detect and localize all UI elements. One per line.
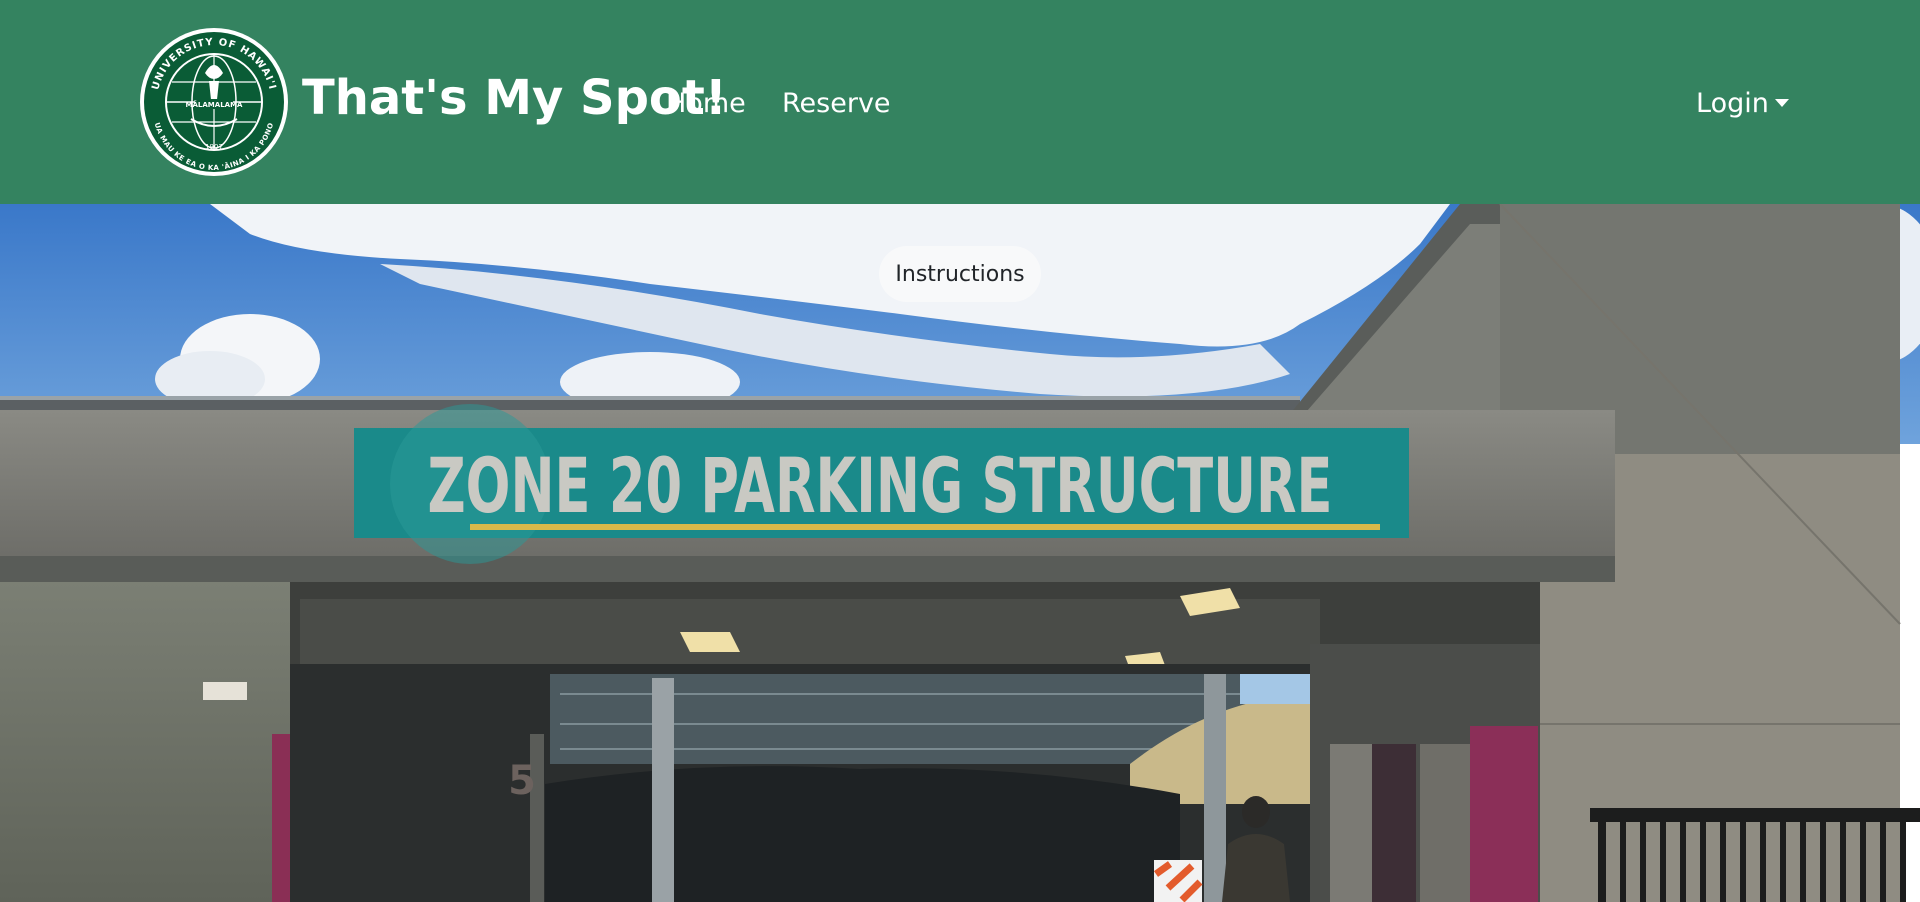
login-dropdown[interactable]: Login — [1696, 84, 1789, 124]
zone-sign-text: ZONE 20 PARKING STRUCTURE — [428, 441, 1333, 530]
brand-title[interactable]: That's My Spot! — [302, 66, 727, 130]
instructions-button[interactable]: Instructions — [879, 246, 1041, 302]
hero-image: ZONE 20 PARKING STRUCTURE 5 — [0, 204, 1920, 902]
parking-structure-photo: ZONE 20 PARKING STRUCTURE 5 — [0, 204, 1920, 902]
navbar: UNIVERSITY OF HAWAI'I UA MAU KE EA O KA … — [0, 0, 1920, 204]
seal-center-text: MĀLAMALAMA — [186, 100, 243, 109]
nav-link-home[interactable]: Home — [666, 84, 746, 124]
caret-down-icon — [1774, 99, 1789, 107]
pillar-number: 5 — [508, 758, 536, 804]
nav-link-reserve[interactable]: Reserve — [782, 84, 891, 124]
login-label: Login — [1696, 88, 1769, 119]
seal-year: 1907 — [205, 143, 223, 151]
university-seal-logo[interactable]: UNIVERSITY OF HAWAI'I UA MAU KE EA O KA … — [139, 27, 289, 177]
